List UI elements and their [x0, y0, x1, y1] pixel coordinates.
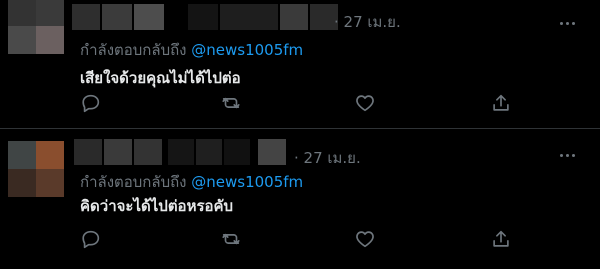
avatar-blur-block	[36, 26, 64, 54]
blur-block	[258, 139, 286, 165]
share-icon[interactable]	[490, 92, 512, 114]
blur-block	[196, 139, 222, 165]
avatar-blur-block	[36, 0, 64, 26]
replying-to: กำลังตอบกลับถึง @news1005fm	[80, 170, 303, 194]
like-icon[interactable]	[354, 92, 376, 114]
more-options-icon[interactable]	[560, 150, 580, 160]
blur-block	[188, 4, 218, 30]
mention-link[interactable]: @news1005fm	[191, 173, 303, 191]
blur-block	[280, 4, 308, 30]
timestamp[interactable]: · 27 เม.ย.	[334, 10, 401, 34]
tweet-text: คิดว่าจะได้ไปต่อหรอคับ	[80, 197, 234, 215]
reply-icon[interactable]	[80, 228, 102, 250]
blur-block	[134, 4, 164, 30]
tweet-actions	[80, 228, 520, 252]
display-name-redacted[interactable]	[74, 139, 162, 165]
avatar-blur-block	[8, 0, 36, 26]
blur-block	[74, 139, 102, 165]
blur-block	[134, 139, 162, 165]
retweet-icon[interactable]	[220, 92, 242, 114]
blur-block	[102, 4, 132, 30]
avatar[interactable]	[8, 0, 64, 54]
tweet-text: เสียใจด้วยคุณไม่ได้ไปต่อ	[80, 69, 241, 87]
like-icon[interactable]	[354, 228, 376, 250]
blur-block	[220, 4, 278, 30]
timestamp[interactable]: · 27 เม.ย.	[294, 146, 361, 170]
handle-redacted[interactable]	[188, 4, 338, 30]
avatar[interactable]	[8, 141, 64, 197]
avatar-blur-block	[8, 141, 36, 169]
avatar-blur-block	[36, 141, 64, 169]
mention-link[interactable]: @news1005fm	[191, 41, 303, 59]
reply-prefix: กำลังตอบกลับถึง	[80, 41, 192, 59]
blur-block	[104, 139, 132, 165]
reply-prefix: กำลังตอบกลับถึง	[80, 173, 192, 191]
avatar-blur-block	[8, 26, 36, 54]
more-options-icon[interactable]	[560, 18, 580, 28]
handle-redacted[interactable]	[168, 139, 286, 165]
blur-block	[168, 139, 194, 165]
avatar-blur-block	[8, 169, 36, 197]
share-icon[interactable]	[490, 228, 512, 250]
replying-to: กำลังตอบกลับถึง @news1005fm	[80, 38, 303, 62]
blur-block	[224, 139, 250, 165]
blur-block	[72, 4, 100, 30]
tweet-actions	[80, 92, 520, 116]
display-name-redacted[interactable]	[72, 4, 164, 30]
reply-icon[interactable]	[80, 92, 102, 114]
avatar-blur-block	[36, 169, 64, 197]
tweet-1[interactable]: · 27 เม.ย. กำลังตอบกลับถึง @news1005fm เ…	[0, 0, 600, 128]
retweet-icon[interactable]	[220, 228, 242, 250]
